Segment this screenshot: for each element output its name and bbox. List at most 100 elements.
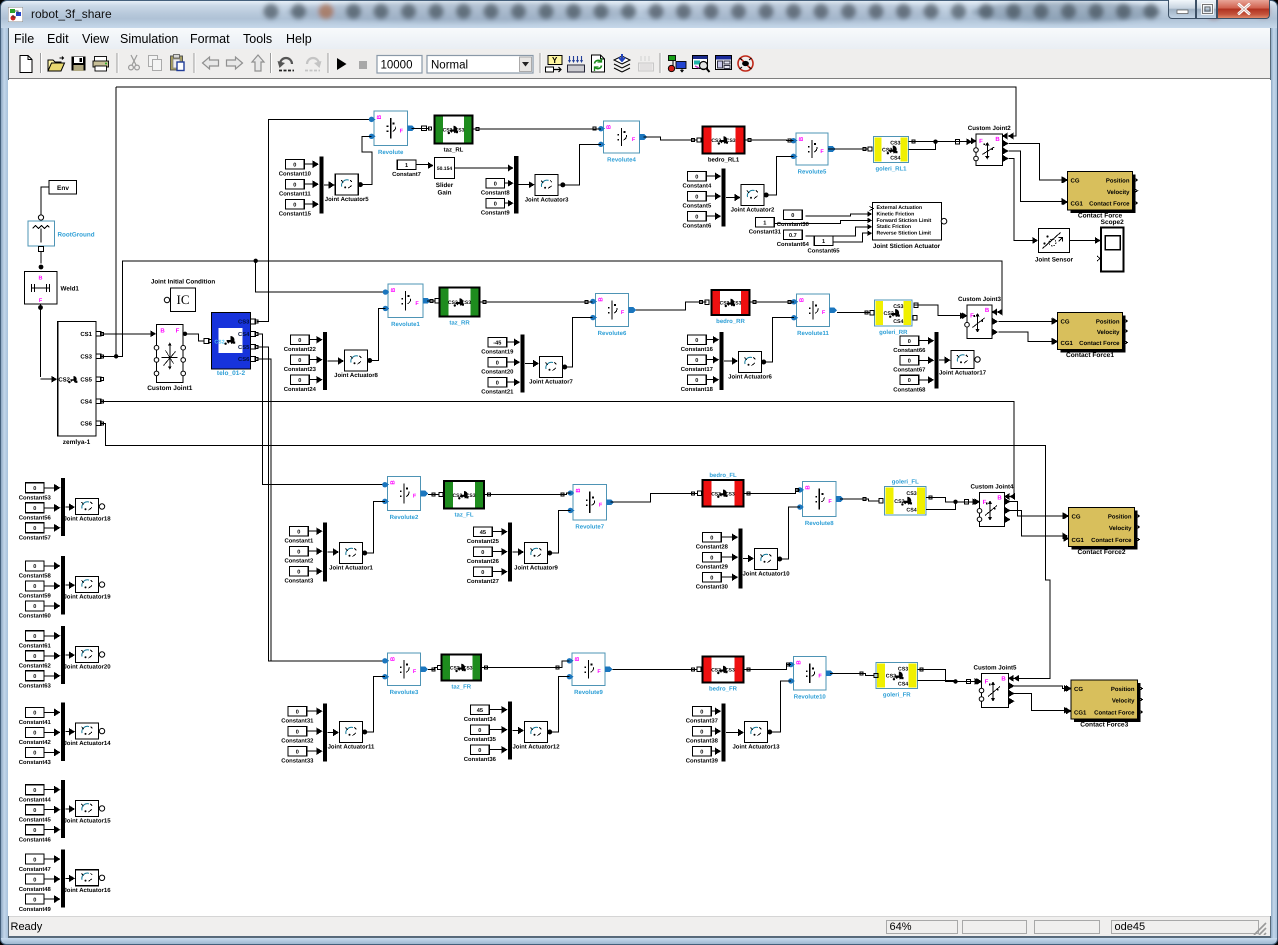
svg-text:CS3: CS3 xyxy=(238,318,250,325)
svg-text:0: 0 xyxy=(695,377,698,383)
svg-text:F: F xyxy=(979,138,983,145)
svg-text:B: B xyxy=(574,656,581,661)
svg-text:0: 0 xyxy=(295,709,298,715)
svg-text:Joint Actuator6: Joint Actuator6 xyxy=(728,373,772,380)
svg-text:IC: IC xyxy=(176,292,189,307)
svg-text:B: B xyxy=(575,487,582,492)
svg-text:Revolute11: Revolute11 xyxy=(797,330,829,337)
svg-text:0: 0 xyxy=(33,787,36,793)
svg-text:CS3: CS3 xyxy=(465,492,475,498)
svg-text:Constant53: Constant53 xyxy=(18,494,51,501)
svg-text:Constant62: Constant62 xyxy=(18,662,51,669)
svg-text:Constant46: Constant46 xyxy=(18,836,51,843)
svg-text:CS2: CS2 xyxy=(711,138,721,144)
svg-text:Velocity: Velocity xyxy=(1108,525,1131,532)
svg-text:Constant27: Constant27 xyxy=(466,578,499,585)
svg-text:0: 0 xyxy=(293,202,296,208)
svg-text:Slider: Slider xyxy=(435,182,453,189)
svg-text:Constant17: Constant17 xyxy=(680,366,713,373)
svg-text:Joint Actuator3: Joint Actuator3 xyxy=(524,196,568,203)
svg-text:0: 0 xyxy=(33,730,36,736)
svg-text:CG1: CG1 xyxy=(1070,200,1083,207)
svg-text:CS2: CS2 xyxy=(214,339,224,345)
svg-text:0: 0 xyxy=(695,174,698,180)
svg-text:CS5: CS5 xyxy=(238,344,250,351)
svg-text:1: 1 xyxy=(404,162,407,168)
svg-text:Constant56: Constant56 xyxy=(18,514,51,521)
svg-text:Constant2: Constant2 xyxy=(284,557,314,564)
svg-text:CG: CG xyxy=(1060,318,1069,325)
svg-text:Custom Joint3: Custom Joint3 xyxy=(958,296,1002,303)
svg-text:Constant60: Constant60 xyxy=(18,612,51,619)
svg-text:zemlya-1: zemlya-1 xyxy=(62,439,90,446)
svg-text:Contact Force: Contact Force xyxy=(1094,709,1135,716)
svg-text:taz_RL: taz_RL xyxy=(443,146,463,153)
svg-text:Constant24: Constant24 xyxy=(283,386,316,393)
svg-text:0: 0 xyxy=(33,827,36,833)
svg-text:0: 0 xyxy=(297,569,300,575)
svg-text:Constant57: Constant57 xyxy=(18,534,51,541)
svg-text:telo_01-2: telo_01-2 xyxy=(216,370,245,377)
svg-text:0: 0 xyxy=(493,201,496,207)
svg-text:B: B xyxy=(160,327,165,334)
svg-text:Custom Joint4: Custom Joint4 xyxy=(970,483,1014,490)
svg-text:goleri_RR: goleri_RR xyxy=(879,329,908,336)
svg-text:F: F xyxy=(984,678,988,685)
svg-text:B: B xyxy=(389,479,396,484)
svg-text:0: 0 xyxy=(297,529,300,535)
svg-text:B: B xyxy=(984,307,989,314)
svg-text:CS2: CS2 xyxy=(885,673,895,679)
svg-text:CS2: CS2 xyxy=(883,311,893,317)
svg-text:0: 0 xyxy=(33,634,36,640)
svg-text:Weld1: Weld1 xyxy=(60,285,79,292)
svg-text:CS6: CS6 xyxy=(238,356,250,363)
svg-text:Joint Actuator18: Joint Actuator18 xyxy=(63,515,111,522)
svg-text:Joint Actuator14: Joint Actuator14 xyxy=(63,740,111,747)
svg-text:Constant30: Constant30 xyxy=(776,221,809,228)
svg-text:Constant26: Constant26 xyxy=(466,558,499,565)
svg-text:Constant66: Constant66 xyxy=(893,347,926,354)
svg-text:B: B xyxy=(1001,675,1006,682)
svg-text:0: 0 xyxy=(907,378,910,384)
svg-text:B: B xyxy=(798,297,805,302)
svg-text:0: 0 xyxy=(700,749,703,755)
svg-text:0: 0 xyxy=(695,214,698,220)
svg-text:Kinetic Friction: Kinetic Friction xyxy=(876,211,914,217)
svg-text:Constant47: Constant47 xyxy=(18,865,51,872)
svg-text:10000: 10000 xyxy=(380,60,412,72)
svg-text:0: 0 xyxy=(710,535,713,541)
svg-text:Joint Actuator12: Joint Actuator12 xyxy=(512,743,560,750)
svg-text:Constant31: Constant31 xyxy=(748,228,781,235)
svg-text:CG: CG xyxy=(1074,686,1083,693)
svg-text:CS2: CS2 xyxy=(448,300,458,306)
svg-text:CS3: CS3 xyxy=(725,138,735,144)
svg-text:Y: Y xyxy=(552,56,558,65)
svg-text:Constant35: Constant35 xyxy=(463,736,496,743)
svg-text:Constant25: Constant25 xyxy=(466,538,499,545)
svg-text:0: 0 xyxy=(495,380,498,386)
svg-text:B: B xyxy=(605,124,612,129)
svg-text:Gain: Gain xyxy=(437,189,451,196)
svg-text:0: 0 xyxy=(293,182,296,188)
svg-text:0: 0 xyxy=(33,674,36,680)
svg-text:0: 0 xyxy=(33,857,36,863)
svg-text:CG1: CG1 xyxy=(1074,709,1087,716)
svg-text:Joint Actuator15: Joint Actuator15 xyxy=(63,817,111,824)
svg-text:Position: Position xyxy=(1110,686,1134,693)
svg-text:Constant4: Constant4 xyxy=(682,182,712,189)
svg-text:Revolute1: Revolute1 xyxy=(391,321,420,328)
svg-text:Constant36: Constant36 xyxy=(463,756,496,763)
svg-text:CS5: CS5 xyxy=(80,376,92,383)
svg-text:Contact Force1: Contact Force1 xyxy=(1066,352,1114,359)
svg-text:bedro_RL1: bedro_RL1 xyxy=(707,156,739,163)
svg-text:CS2: CS2 xyxy=(711,491,721,497)
svg-text:Constant67: Constant67 xyxy=(893,366,926,373)
svg-text:0: 0 xyxy=(33,486,36,492)
svg-text:45: 45 xyxy=(476,707,482,713)
svg-text:Constant34: Constant34 xyxy=(463,716,496,723)
svg-text:Joint Actuator5: Joint Actuator5 xyxy=(324,196,368,203)
svg-text:Joint Actuator8: Joint Actuator8 xyxy=(334,372,378,379)
svg-text:CS3: CS3 xyxy=(80,353,92,360)
svg-text:B: B xyxy=(38,275,42,281)
svg-text:Constant68: Constant68 xyxy=(893,386,926,393)
